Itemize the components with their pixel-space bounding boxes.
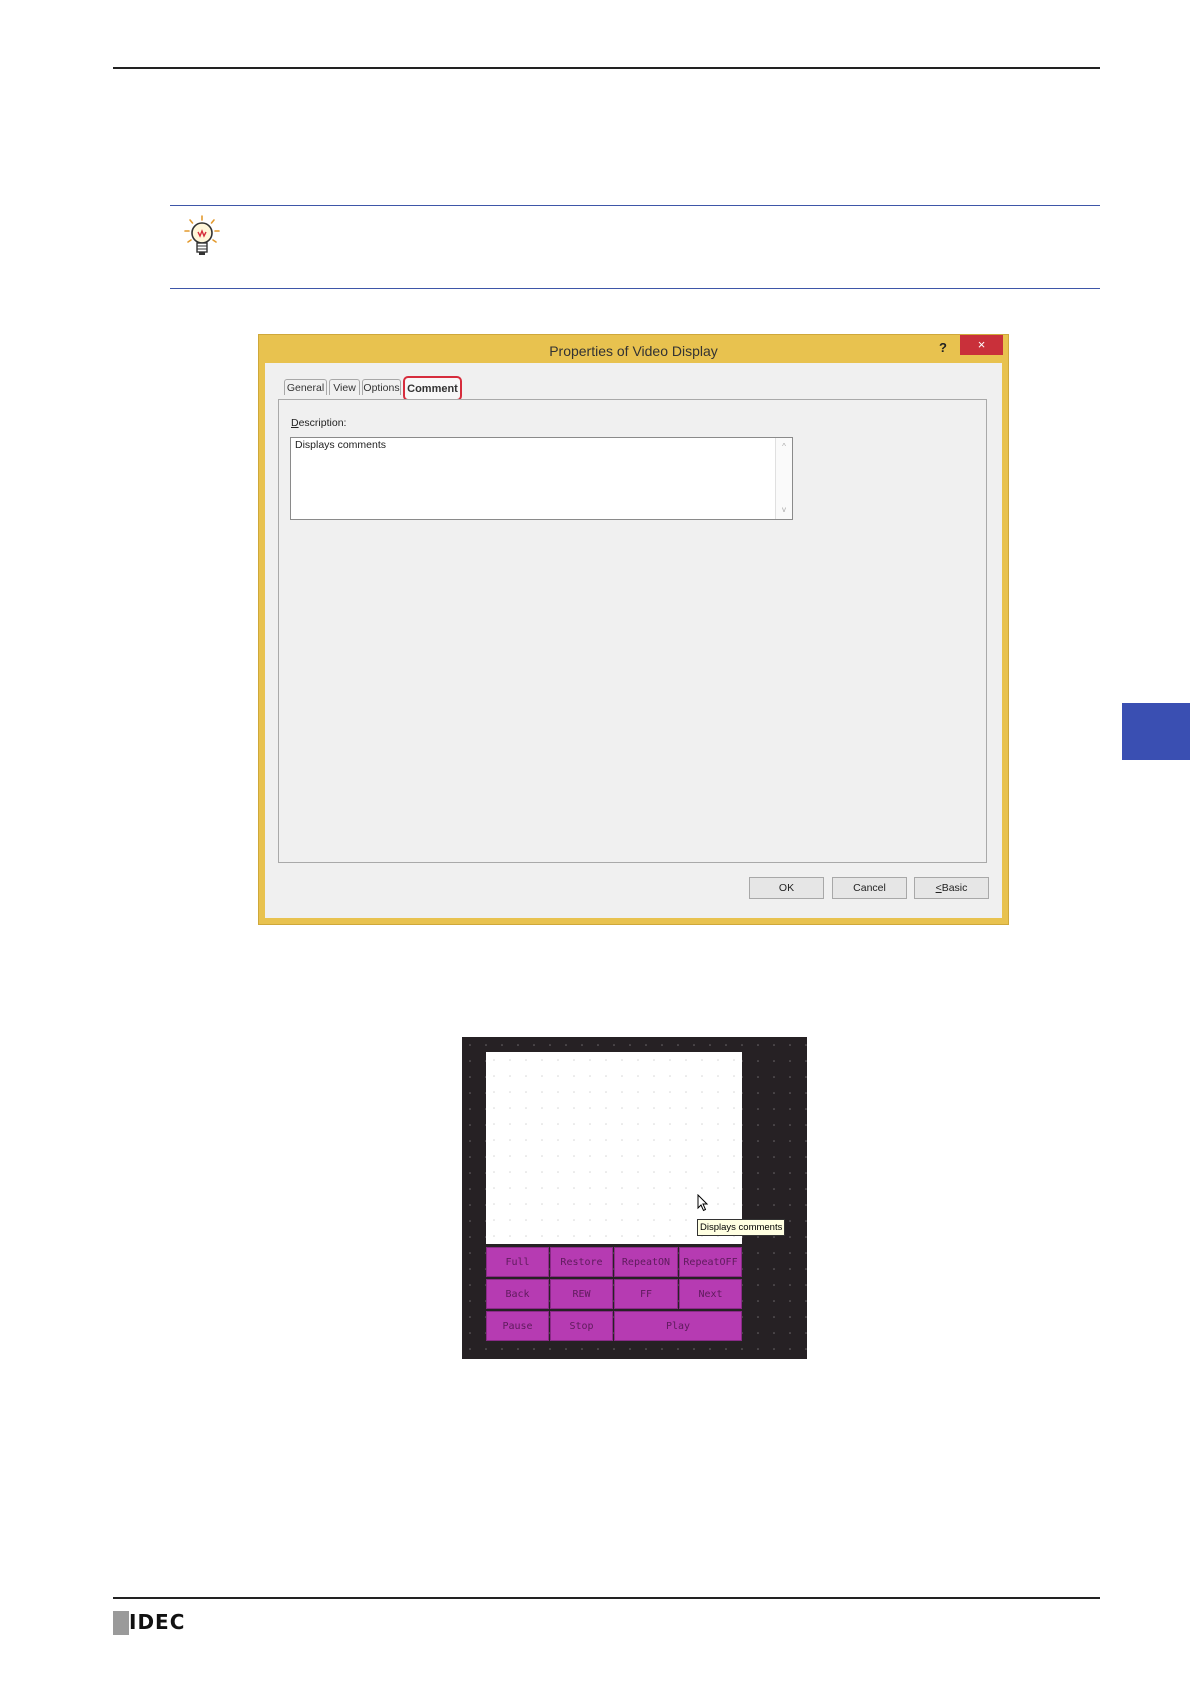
repeat-on-button[interactable]: RepeatON (614, 1247, 678, 1277)
header-rule (113, 67, 1100, 69)
video-area (486, 1052, 742, 1244)
chevron-down-icon[interactable]: v (776, 503, 792, 517)
description-value: Displays comments (295, 439, 387, 451)
description-label-accesskey: D (291, 417, 299, 429)
chapter-side-tab (1122, 703, 1190, 760)
comment-tooltip: Displays comments (697, 1219, 786, 1236)
restore-button[interactable]: Restore (550, 1247, 613, 1277)
ok-button[interactable]: OK (749, 877, 824, 899)
video-grid-dots (493, 1059, 735, 1237)
dialog-client-area: General View Options Comment Description… (265, 363, 1002, 918)
hint-box (170, 205, 1100, 289)
description-textarea[interactable]: Displays comments ^ v (290, 437, 793, 520)
comment-tab-panel: Description: Displays comments ^ v (278, 399, 987, 863)
tab-comment[interactable]: Comment (403, 376, 462, 401)
back-button[interactable]: Back (486, 1279, 549, 1309)
chevron-up-icon[interactable]: ^ (776, 440, 792, 454)
mouse-pointer-icon (697, 1194, 709, 1212)
play-button[interactable]: Play (614, 1311, 742, 1341)
video-display-preview: Full Restore RepeatON RepeatOFF Back REW… (462, 1037, 807, 1359)
description-label-text: escription: (298, 417, 347, 429)
stop-button[interactable]: Stop (550, 1311, 613, 1341)
properties-dialog: Properties of Video Display ? × General … (258, 334, 1009, 925)
description-scrollbar[interactable]: ^ v (775, 438, 792, 519)
help-button[interactable]: ? (933, 337, 953, 359)
tab-view[interactable]: View (329, 379, 360, 395)
repeat-off-button[interactable]: RepeatOFF (679, 1247, 742, 1277)
tab-options[interactable]: Options (362, 379, 401, 395)
rew-button[interactable]: REW (550, 1279, 613, 1309)
ff-button[interactable]: FF (614, 1279, 678, 1309)
tab-general[interactable]: General (284, 379, 327, 395)
next-button[interactable]: Next (679, 1279, 742, 1309)
description-label: Description: (291, 417, 346, 429)
cancel-button[interactable]: Cancel (832, 877, 907, 899)
basic-button[interactable]: <Basic (914, 877, 989, 899)
full-button[interactable]: Full (486, 1247, 549, 1277)
lightbulb-icon (184, 215, 220, 255)
pause-button[interactable]: Pause (486, 1311, 549, 1341)
video-control-buttons: Full Restore RepeatON RepeatOFF Back REW… (486, 1247, 742, 1343)
close-button[interactable]: × (960, 335, 1003, 355)
footer-rule (113, 1597, 1100, 1599)
basic-button-text: Basic (941, 882, 968, 894)
logo-mark (113, 1611, 129, 1635)
logo-text: IDEC (129, 1610, 186, 1634)
